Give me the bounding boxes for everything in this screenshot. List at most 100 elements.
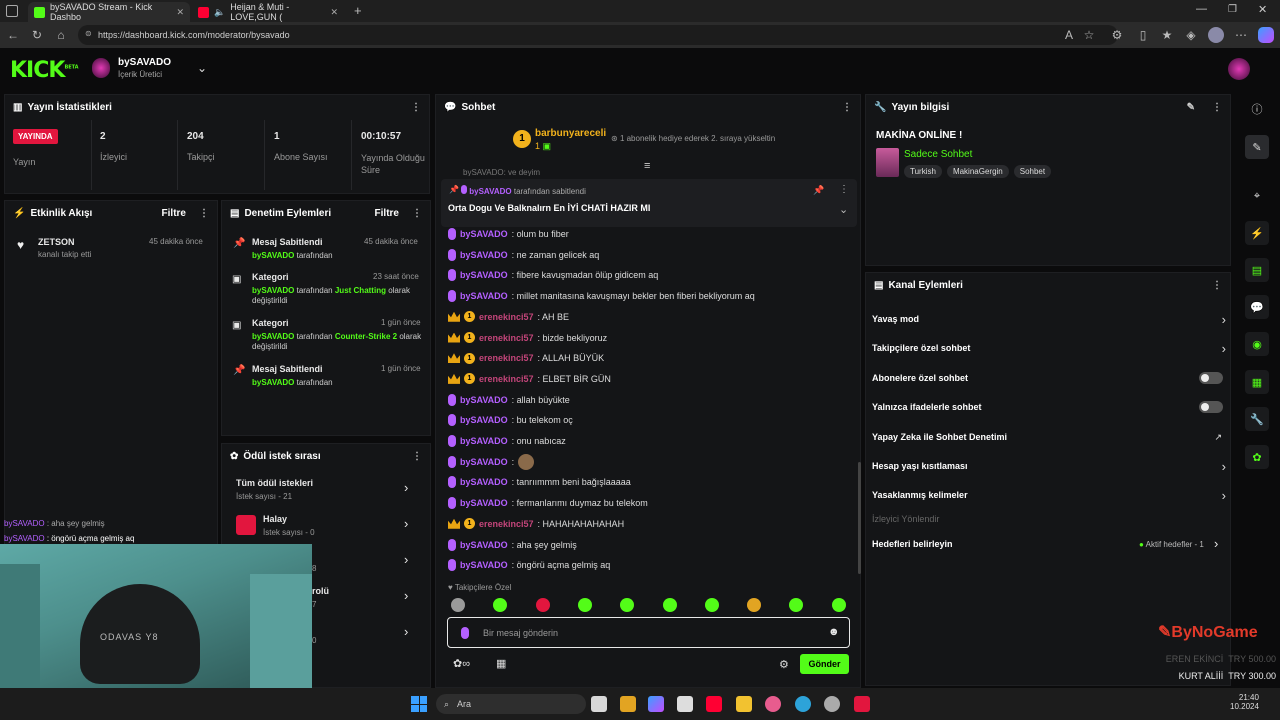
chat-message[interactable]: 1 erenekinci57: ALLAH BÜYÜK [448,348,604,368]
chat-message[interactable]: bySAVADO: [448,452,535,472]
channel-action-row[interactable]: Yapay Zeka ile Sohbet Denetimi ↗ [872,430,1226,444]
channel-points-icon[interactable]: ✿∞ [453,657,470,670]
chat-input[interactable]: Bir mesaj gönderin ☻ [447,617,850,648]
channel-action-row[interactable]: Hesap yaşı kısıtlaması › [872,459,1226,474]
read-aloud-icon[interactable]: A [1062,28,1076,42]
music-icon[interactable] [765,696,781,712]
new-tab-icon[interactable]: + [354,3,362,18]
chat-username[interactable]: bySAVADO [460,498,508,508]
activity-filter-button[interactable]: Filtre [162,208,186,219]
emote-icon[interactable] [662,598,677,612]
emote-icon[interactable] [451,598,465,612]
chat-sidebar-icon[interactable]: 💬 [1245,295,1269,319]
emoji-picker-icon[interactable]: ☻ [828,626,840,638]
browser-tab-youtube[interactable]: 🔈 Heijan & Muti - LOVE,GUN ( ✕ [192,2,344,22]
chat-message[interactable]: bySAVADO: millet manitasına kavuşmayı be… [448,286,755,306]
refresh-icon[interactable]: ↻ [30,28,44,42]
chat-username[interactable]: bySAVADO [460,229,508,239]
chat-username[interactable]: bySAVADO [460,270,508,280]
profile-avatar[interactable] [1208,27,1224,43]
chat-username[interactable]: erenekinci57 [479,374,534,384]
copilot-icon[interactable] [1258,27,1274,43]
channel-action-row[interactable]: Yavaş mod › [872,312,1226,327]
close-tab-icon[interactable]: ✕ [176,7,184,18]
chat-username[interactable]: erenekinci57 [479,353,534,363]
chat-message[interactable]: bySAVADO: fibere kavuşmadan ölüp gidicem… [448,265,658,285]
goals-label[interactable]: Hedefleri belirleyin [872,539,953,549]
copilot-taskbar-icon[interactable] [648,696,664,712]
emote-icon[interactable] [747,598,762,612]
maximize-icon[interactable]: ❐ [1228,4,1237,15]
tag-pill[interactable]: Turkish [904,165,942,178]
reward-item-title[interactable]: Halay [263,514,287,524]
app-icon[interactable] [854,696,870,712]
url-input[interactable]: ⊜ https://dashboard.kick.com/moderator/b… [78,25,1118,45]
chat-username[interactable]: bySAVADO [460,436,508,446]
unpin-icon[interactable]: 📌 [813,185,824,196]
chat-message[interactable]: 1 erenekinci57: ELBET BİR GÜN [448,369,611,389]
channel-action-row[interactable]: Yasaklanmış kelimeler › [872,488,1226,503]
back-icon[interactable]: ← [6,28,20,42]
chat-message[interactable]: bySAVADO: onu nabıcaz [448,431,566,451]
chat-username[interactable]: bySAVADO [460,457,508,467]
chat-menu-icon[interactable]: ⋮ [842,102,852,113]
chat-username[interactable]: erenekinci57 [479,333,534,343]
more-icon[interactable]: ⋯ [1234,28,1248,42]
user-avatar[interactable] [1228,58,1250,80]
chat-username[interactable]: bySAVADO [460,395,508,405]
chat-message[interactable]: 1 erenekinci57: bizde bekliyoruz [448,328,607,348]
youtube-taskbar-icon[interactable] [706,696,722,712]
chat-username[interactable]: erenekinci57 [479,519,534,529]
chat-message[interactable]: bySAVADO: ne zaman gelicek aq [448,245,599,265]
channel-avatar[interactable] [92,58,110,78]
rewards-sidebar-icon[interactable]: ✿ [1245,445,1269,469]
chat-username[interactable]: bySAVADO [460,540,508,550]
channel-action-row[interactable]: Yalnızca ifadelerle sohbet [872,400,1226,414]
category-name[interactable]: Sadece Sohbet [904,149,972,160]
reward-chevron-right-icon[interactable]: › [404,552,408,567]
chat-username[interactable]: bySAVADO [460,415,508,425]
goals-chevron-right-icon[interactable]: › [1214,536,1218,551]
chevron-right-icon[interactable]: › [1222,341,1226,356]
taskbar-search[interactable]: ⌕ Ara [436,694,586,714]
toggle-switch[interactable] [1199,401,1223,413]
tag-pill[interactable]: Sohbet [1013,165,1052,178]
emote-icon[interactable] [831,598,846,612]
chat-message[interactable]: bySAVADO: olum bu fiber [448,224,569,244]
split-screen-icon[interactable]: ▯ [1136,28,1150,42]
emote-icon[interactable] [535,598,550,612]
broadcast-sidebar-icon[interactable]: ◉ [1245,332,1269,356]
reward-chevron-right-icon[interactable]: › [404,588,408,603]
pinned-menu-icon[interactable]: ⋮ [839,184,849,195]
stats-menu-icon[interactable]: ⋮ [411,102,421,113]
all-rewards-title[interactable]: Tüm ödül istekleri [236,478,313,488]
file-explorer-icon[interactable] [736,696,752,712]
chat-message[interactable]: bySAVADO: tanrıımmm beni bağışlaaaaa [448,472,631,492]
emote-icon[interactable] [577,598,592,612]
activity-menu-icon[interactable]: ⋮ [199,208,209,219]
kick-logo[interactable]: KICKBETA [10,58,79,83]
edge-icon[interactable] [795,696,811,712]
app-icon[interactable] [620,696,636,712]
external-link-icon[interactable]: ↗ [1214,432,1222,443]
chat-message[interactable]: bySAVADO: aha şey gelmiş [448,535,577,555]
chevron-right-icon[interactable]: › [1222,312,1226,327]
channel-action-row[interactable]: Takipçilere özel sohbet › [872,341,1226,356]
app-icon[interactable] [824,696,840,712]
chat-message[interactable]: 1 erenekinci57: HAHAHAHAHAHAH [448,514,624,534]
favorite-star-icon[interactable]: ☆ [1082,28,1096,42]
chat-scrollbar[interactable] [858,462,861,574]
chat-username[interactable]: bySAVADO [460,291,508,301]
close-tab-icon[interactable]: ✕ [330,7,338,18]
send-button[interactable]: Gönder [800,654,849,674]
task-view-icon[interactable] [591,696,607,712]
wrench-sidebar-icon[interactable]: 🔧 [1245,407,1269,431]
site-info-icon[interactable]: ⊜ [85,29,92,38]
crosshair-icon[interactable]: ⌖ [1245,184,1269,208]
chat-message[interactable]: 1 erenekinci57: AH BE [448,307,569,327]
edit-pencil-icon[interactable]: ✎ [1187,102,1195,113]
chat-username[interactable]: bySAVADO [460,477,508,487]
windows-start-icon[interactable] [411,696,427,712]
moderation-menu-icon[interactable]: ⋮ [412,208,422,219]
sort-icon[interactable]: ≡ [644,160,650,172]
